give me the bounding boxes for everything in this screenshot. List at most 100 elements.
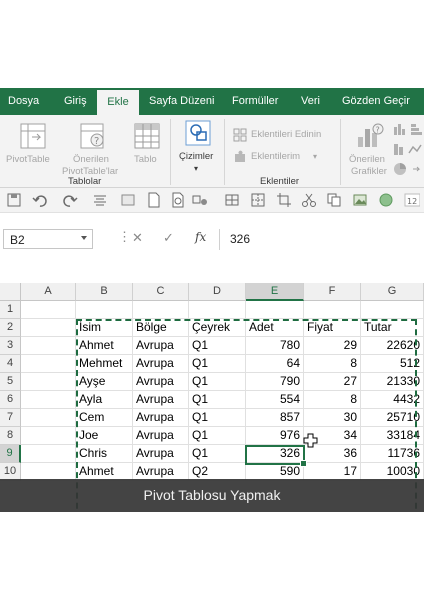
tab-insert[interactable]: Ekle — [97, 90, 139, 115]
print-preview-icon[interactable] — [170, 192, 186, 208]
cell-c8[interactable]: Avrupa — [133, 427, 189, 445]
cell-d3[interactable]: Q1 — [189, 337, 246, 355]
cell-f1[interactable] — [304, 301, 361, 319]
illustrations-icon[interactable] — [185, 120, 211, 146]
cell-d7[interactable]: Q1 — [189, 409, 246, 427]
cell-e2[interactable]: Adet — [246, 319, 304, 337]
cell-e7[interactable]: 857 — [246, 409, 304, 427]
insert-function-icon[interactable]: fx — [195, 230, 206, 244]
name-box[interactable]: B2 — [3, 229, 93, 249]
cell-g1[interactable] — [361, 301, 424, 319]
cut-icon[interactable] — [301, 192, 317, 208]
column-header-d[interactable]: D — [189, 283, 246, 301]
row-header-1[interactable]: 1 — [0, 301, 21, 319]
column-header-a[interactable]: A — [21, 283, 76, 301]
recommended-charts-icon[interactable]: ? — [356, 123, 384, 149]
recommended-pivot-icon[interactable]: ? — [80, 123, 106, 149]
redo-icon[interactable] — [62, 192, 78, 208]
circle-shape-icon[interactable] — [378, 192, 394, 208]
column-header-e[interactable]: E — [246, 283, 304, 301]
row-header-2[interactable]: 2 — [0, 319, 21, 337]
tab-formulas[interactable]: Formüller — [232, 88, 278, 115]
align-icon[interactable] — [92, 192, 108, 208]
copy-icon[interactable] — [326, 192, 342, 208]
font-size-icon[interactable]: 12 — [404, 192, 420, 208]
cell-a8[interactable] — [21, 427, 76, 445]
cell-b6[interactable]: Ayla — [76, 391, 133, 409]
cell-d5[interactable]: Q1 — [189, 373, 246, 391]
illustrations-label[interactable]: Çizimler — [179, 151, 213, 163]
store-icon[interactable] — [233, 128, 247, 142]
row-header-3[interactable]: 3 — [0, 337, 21, 355]
cell-g6[interactable]: 4432 — [361, 391, 424, 409]
get-addins-label[interactable]: Eklentileri Edinin — [251, 129, 321, 141]
cell-a2[interactable] — [21, 319, 76, 337]
cell-f3[interactable]: 29 — [304, 337, 361, 355]
cell-a3[interactable] — [21, 337, 76, 355]
row-header-6[interactable]: 6 — [0, 391, 21, 409]
cell-a1[interactable] — [21, 301, 76, 319]
new-file-icon[interactable] — [146, 192, 162, 208]
column-header-f[interactable]: F — [304, 283, 361, 301]
tab-review[interactable]: Gözden Geçir — [342, 88, 410, 115]
chevron-down-icon[interactable]: ▾ — [313, 151, 317, 163]
cell-f5[interactable]: 27 — [304, 373, 361, 391]
cell-a9[interactable] — [21, 445, 76, 463]
cell-c9[interactable]: Avrupa — [133, 445, 189, 463]
cell-a4[interactable] — [21, 355, 76, 373]
pie-chart-icon[interactable] — [393, 162, 424, 176]
window-icon[interactable] — [120, 192, 136, 208]
merge-cells-icon[interactable] — [224, 192, 240, 208]
undo-icon[interactable] — [32, 192, 48, 208]
cell-g8[interactable]: 33184 — [361, 427, 424, 445]
cell-b2[interactable]: İsim — [76, 319, 133, 337]
cell-b1[interactable] — [76, 301, 133, 319]
tab-file[interactable]: Dosya — [8, 88, 39, 115]
cell-f4[interactable]: 8 — [304, 355, 361, 373]
addins-puzzle-icon[interactable] — [233, 150, 247, 164]
cancel-icon[interactable]: ✕ — [132, 230, 143, 246]
crop-icon[interactable] — [276, 192, 292, 208]
cell-f2[interactable]: Fiyat — [304, 319, 361, 337]
cell-e4[interactable]: 64 — [246, 355, 304, 373]
cell-b5[interactable]: Ayşe — [76, 373, 133, 391]
cell-d8[interactable]: Q1 — [189, 427, 246, 445]
cell-c1[interactable] — [133, 301, 189, 319]
cell-d2[interactable]: Çeyrek — [189, 319, 246, 337]
cell-b7[interactable]: Cem — [76, 409, 133, 427]
tab-page-layout[interactable]: Sayfa Düzeni — [149, 88, 214, 115]
cell-c7[interactable]: Avrupa — [133, 409, 189, 427]
column-header-b[interactable]: B — [76, 283, 133, 301]
cell-c3[interactable]: Avrupa — [133, 337, 189, 355]
shapes-icon[interactable] — [192, 192, 208, 208]
my-addins-label[interactable]: Eklentilerim — [251, 151, 300, 163]
cell-d6[interactable]: Q1 — [189, 391, 246, 409]
cell-g9[interactable]: 11736 — [361, 445, 424, 463]
cell-g4[interactable]: 512 — [361, 355, 424, 373]
table-icon[interactable] — [134, 123, 160, 149]
select-all-corner[interactable] — [0, 283, 21, 301]
cell-a7[interactable] — [21, 409, 76, 427]
save-icon[interactable] — [6, 192, 22, 208]
line-chart-icon[interactable] — [393, 142, 424, 156]
cell-e1[interactable] — [246, 301, 304, 319]
cell-g2[interactable]: Tutar — [361, 319, 424, 337]
tab-home[interactable]: Giriş — [64, 88, 87, 115]
cell-c5[interactable]: Avrupa — [133, 373, 189, 391]
fill-handle[interactable] — [300, 460, 307, 467]
cell-c4[interactable]: Avrupa — [133, 355, 189, 373]
cell-d9[interactable]: Q1 — [189, 445, 246, 463]
cell-c2[interactable]: Bölge — [133, 319, 189, 337]
picture-icon[interactable] — [352, 192, 368, 208]
cell-g7[interactable]: 25710 — [361, 409, 424, 427]
cell-f7[interactable]: 30 — [304, 409, 361, 427]
cell-e9[interactable]: 326 — [246, 445, 304, 463]
cell-b4[interactable]: Mehmet — [76, 355, 133, 373]
cell-g5[interactable]: 21330 — [361, 373, 424, 391]
row-header-9[interactable]: 9 — [0, 445, 21, 463]
cell-b8[interactable]: Joe — [76, 427, 133, 445]
enter-icon[interactable]: ✓ — [163, 230, 174, 246]
tab-data[interactable]: Veri — [301, 88, 320, 115]
cell-g3[interactable]: 22620 — [361, 337, 424, 355]
chevron-down-icon[interactable]: ▾ — [194, 163, 198, 175]
